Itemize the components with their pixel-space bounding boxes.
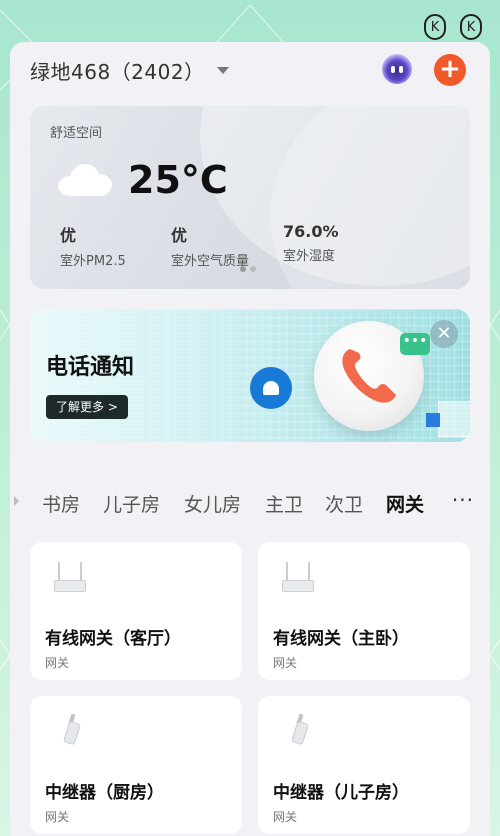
metric-label: 室外空气质量 [171,254,250,269]
room-tabs: 书房 儿子房 女儿房 主卫 次卫 网关 ··· [10,488,490,518]
metric-value: 优 [60,226,77,245]
tab-second-bath[interactable]: 次卫 [325,490,363,517]
tab-gateway[interactable]: 网关 [386,490,424,517]
temperature: 25°C [128,158,228,202]
phone-notification-banner[interactable]: 电话通知 了解更多 > ••• ✕ [30,309,470,442]
top-bar: 绿地468（2402） + [30,54,470,86]
router-icon [278,558,318,598]
weather-section-label: 舒适空间 [50,126,103,141]
alarm-icon [250,367,292,409]
device-card[interactable]: 有线网关（主卧） 网关 [258,542,470,680]
device-type: 网关 [45,656,70,670]
device-card[interactable]: 中继器（儿子房） 网关 [258,696,470,834]
more-icon[interactable]: ··· [452,488,474,512]
cloud-icon [58,164,112,196]
chevron-down-icon[interactable] [216,66,229,74]
tab-study[interactable]: 书房 [42,490,80,517]
metric-value: 优 [171,226,188,245]
device-name: 中继器（厨房） [45,783,164,803]
metric-pm25: 优 室外PM2.5 [60,222,126,269]
learn-more-button[interactable]: 了解更多 > [46,395,128,419]
metric-air-quality: 优 室外空气质量 [171,222,249,269]
metric-value: 76.0% [283,222,339,241]
k-circle-icon: K [424,14,446,40]
device-type: 网关 [45,810,70,824]
metric-label: 室外PM2.5 [60,254,126,269]
device-name: 有线网关（客厅） [45,629,181,649]
device-name: 中继器（儿子房） [273,783,409,803]
weather-card[interactable]: 舒适空间 25°C 优 室外PM2.5 优 室外空气质量 76.0% 室外湿度 [30,106,470,289]
tab-master-bath[interactable]: 主卫 [265,490,303,517]
repeater-icon [50,712,90,752]
metric-humidity: 76.0% 室外湿度 [283,222,339,264]
k-circle-icon: K [460,14,482,40]
status-icons: K K [424,14,482,40]
home-name[interactable]: 绿地468（2402） [30,56,205,85]
page-dot-active [240,266,246,272]
main-sheet: 绿地468（2402） + 舒适空间 25°C 优 室外PM2.5 优 室外空气… [10,42,490,836]
close-icon[interactable]: ✕ [430,320,458,348]
device-card[interactable]: 中继器（厨房） 网关 [30,696,242,834]
device-card[interactable]: 有线网关（客厅） 网关 [30,542,242,680]
add-button[interactable]: + [434,54,466,86]
scroll-left-icon [14,496,19,506]
robot-icon[interactable] [382,54,412,84]
repeater-icon [278,712,318,752]
page-indicator [240,266,256,272]
device-name: 有线网关（主卧） [273,629,409,649]
chat-bubble-icon: ••• [400,333,430,355]
tab-daughter-room[interactable]: 女儿房 [184,490,241,517]
banner-title: 电话通知 [46,355,135,380]
metric-label: 室外湿度 [283,249,336,264]
device-type: 网关 [273,810,298,824]
device-type: 网关 [273,656,298,670]
router-icon [50,558,90,598]
tab-son-room[interactable]: 儿子房 [103,490,160,517]
page-dot [250,266,256,272]
